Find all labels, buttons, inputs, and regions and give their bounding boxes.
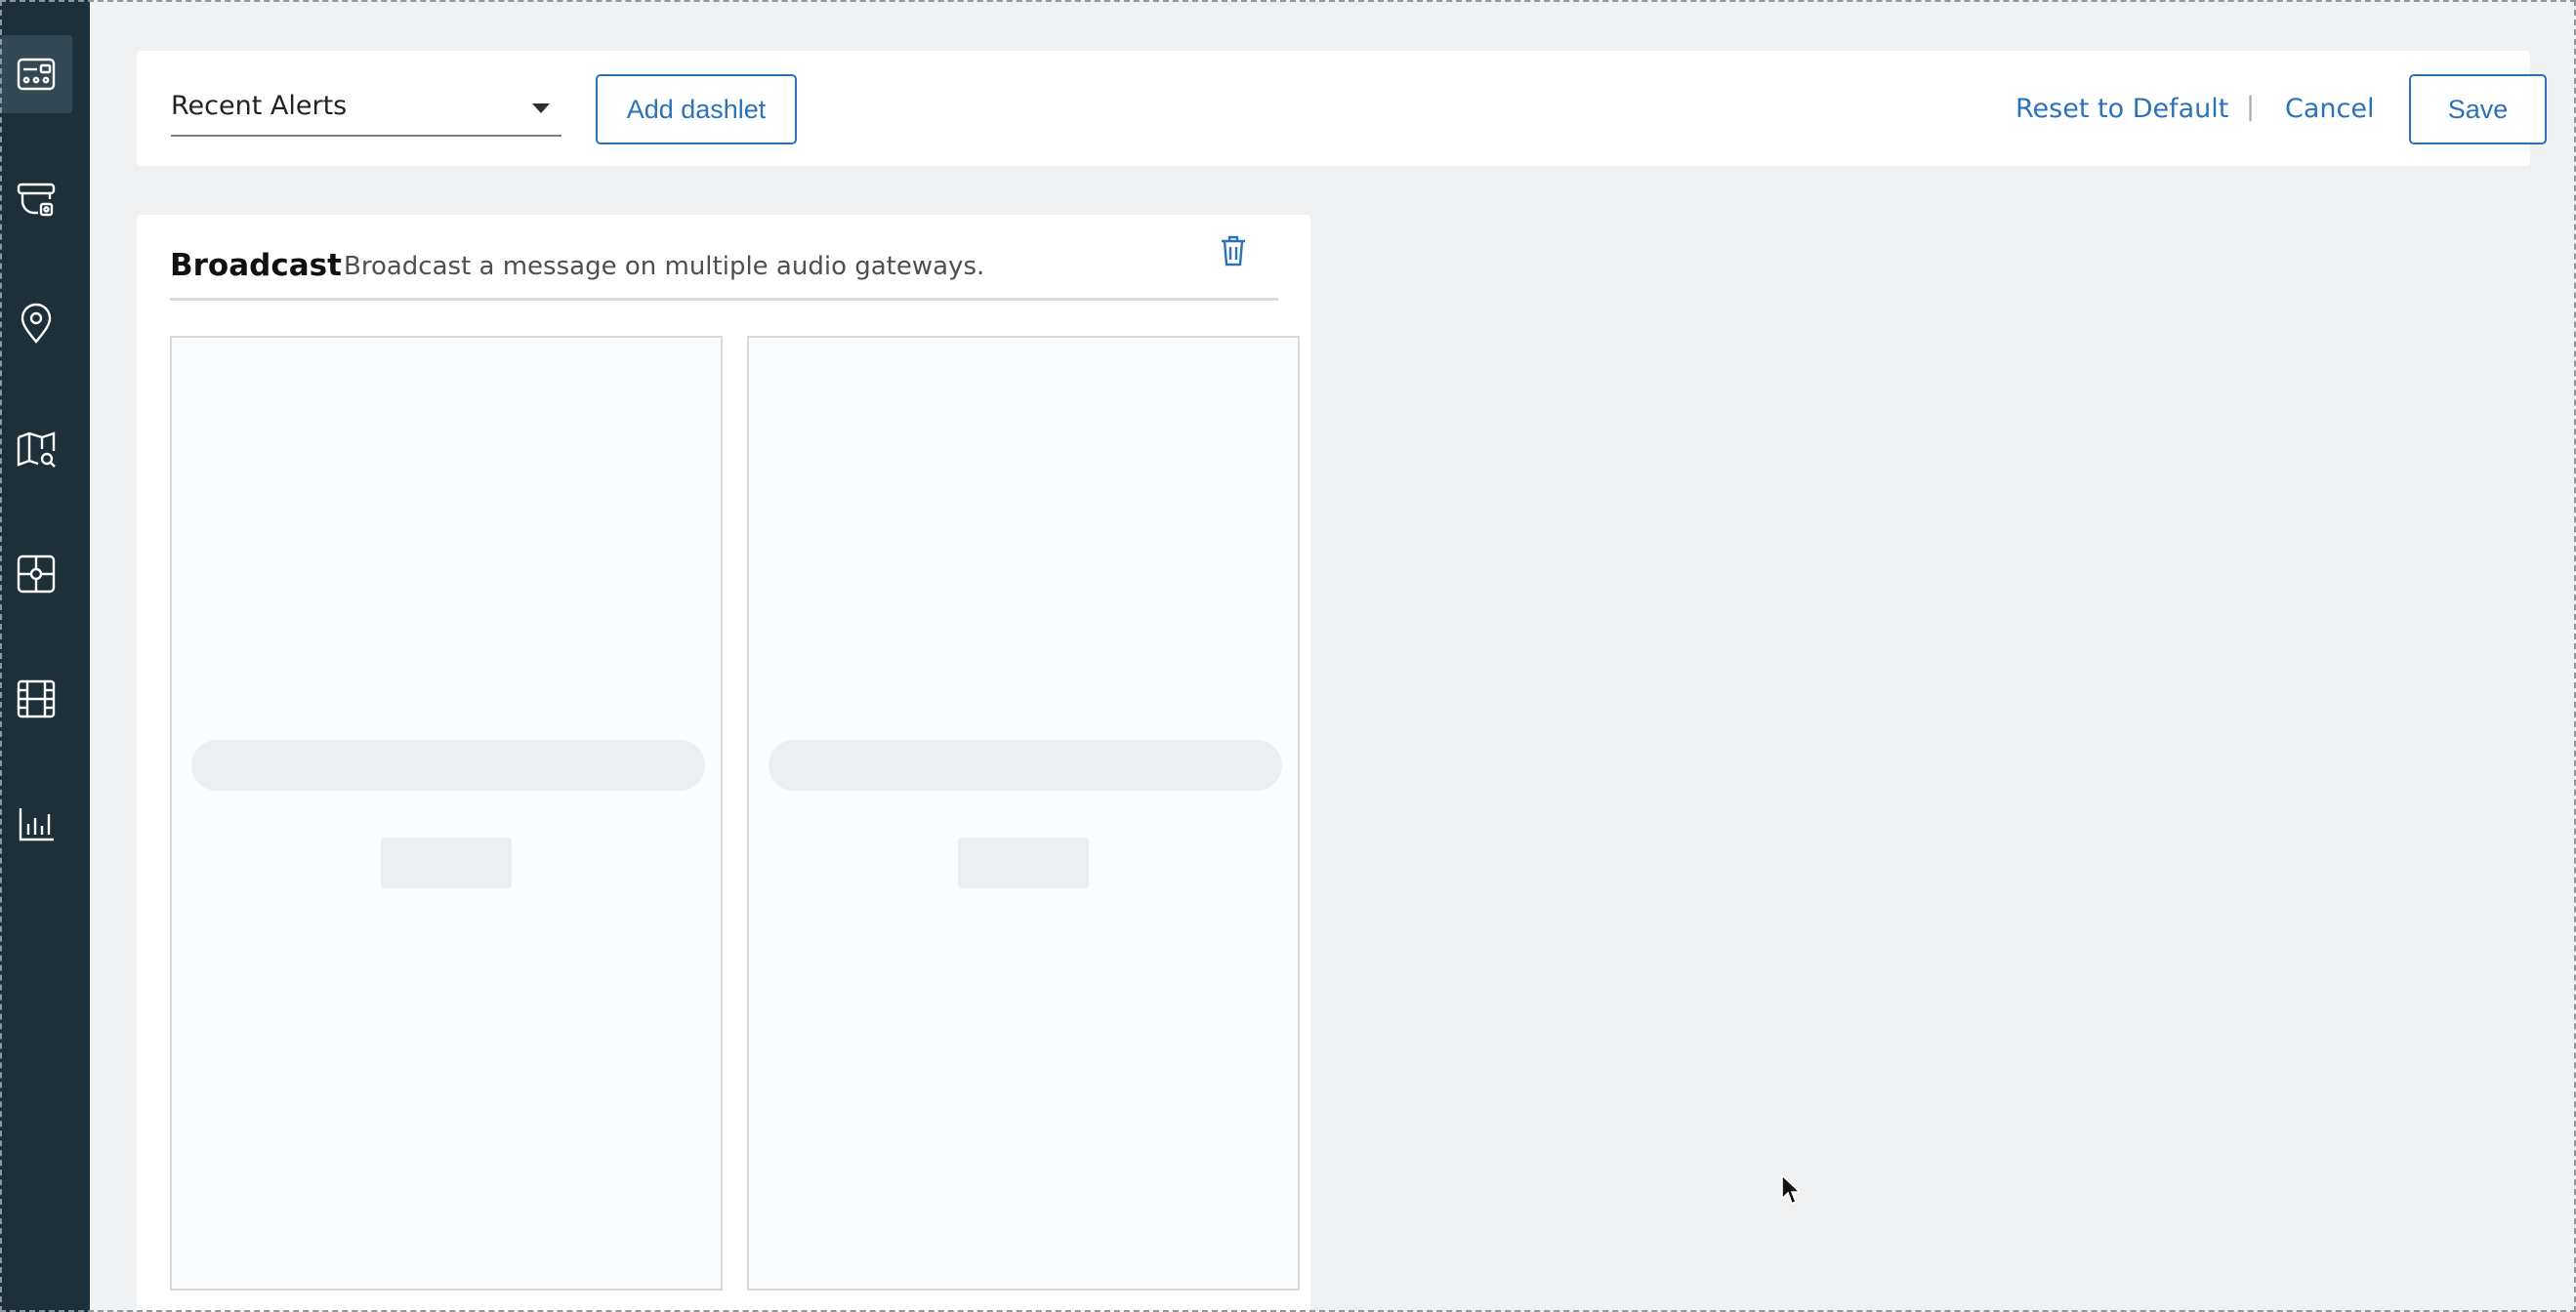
edit-toolbar: Recent Alerts Add dashlet Reset to Defau… [137,51,2547,166]
film-icon [17,679,56,718]
sidebar-item-dashboard[interactable] [0,35,72,113]
map-search-icon [17,431,56,468]
camera-icon [17,183,56,217]
tile-layout-icon [17,554,56,594]
sidebar-item-map-search[interactable] [0,410,72,488]
location-pin-icon [21,303,52,344]
dashboard-editor: Recent Alerts Add dashlet Reset to Defau… [90,0,2576,1312]
loading-skeleton-bar [769,740,1282,791]
reset-to-default-link[interactable]: Reset to Default [2015,94,2228,124]
sidebar-item-reports[interactable] [0,785,72,863]
dashlet-select[interactable]: Recent Alerts [171,84,561,137]
sidebar-item-locations[interactable] [0,285,72,363]
sidebar-item-cameras[interactable] [0,160,72,238]
dashlet-header: Broadcast Broadcast a message on multipl… [170,248,1278,301]
loading-skeleton-bar [191,740,705,791]
cancel-link[interactable]: Cancel [2285,94,2374,124]
trash-icon[interactable] [1219,234,1248,267]
dashlet-description: Broadcast a message on multiple audio ga… [344,252,985,281]
sidebar-item-tiles[interactable] [0,535,72,613]
sidebar [0,0,90,1312]
toolbar-separator: | [2246,92,2256,122]
dashlet-title: Broadcast [170,248,342,283]
loading-skeleton-button [958,838,1089,888]
mouse-pointer-icon [1781,1173,1802,1206]
bar-chart-icon [19,808,54,841]
loading-skeleton-button [381,838,512,888]
dashboard-icon [17,58,56,91]
broadcast-panel-loading [747,336,1300,1291]
dashlet-select-value: Recent Alerts [171,90,348,121]
add-dashlet-button[interactable]: Add dashlet [596,74,797,144]
caret-down-icon [532,103,550,113]
sidebar-item-recordings[interactable] [0,660,72,738]
save-button[interactable]: Save [2409,74,2547,144]
broadcast-dashlet: Broadcast Broadcast a message on multipl… [137,215,1310,1312]
broadcast-panel-loading [170,336,723,1291]
